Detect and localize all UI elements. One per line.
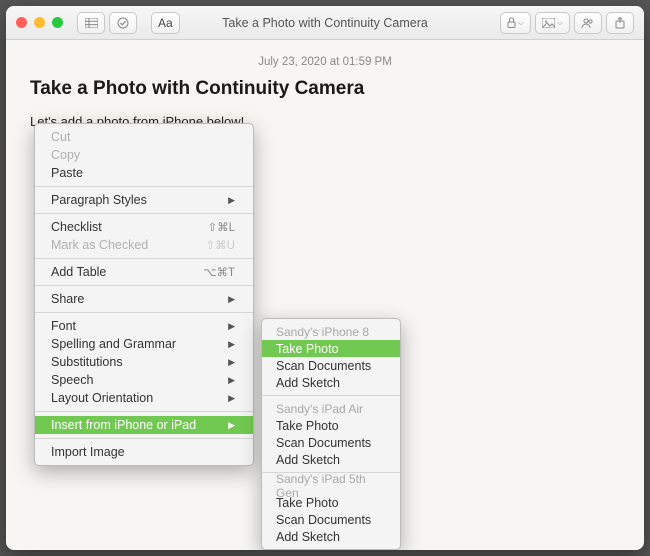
menu-add-table[interactable]: Add Table⌥⌘T [35,263,253,281]
menu-spelling[interactable]: Spelling and Grammar▶ [35,335,253,353]
chevron-right-icon: ▶ [228,339,235,350]
chevron-right-icon: ▶ [228,357,235,368]
traffic-lights [16,17,63,28]
submenu-take-photo[interactable]: Take Photo [262,417,400,434]
format-button[interactable]: Aa [151,12,180,34]
submenu-scan-documents[interactable]: Scan Documents [262,511,400,528]
chevron-right-icon: ▶ [228,195,235,206]
menu-share[interactable]: Share▶ [35,290,253,308]
note-heading: Take a Photo with Continuity Camera [30,78,620,100]
minimize-icon[interactable] [34,17,45,28]
submenu-scan-documents[interactable]: Scan Documents [262,357,400,374]
menu-paragraph-styles[interactable]: Paragraph Styles▶ [35,191,253,209]
chevron-right-icon: ▶ [228,294,235,305]
submenu-take-photo[interactable]: Take Photo [262,340,400,357]
menu-font[interactable]: Font▶ [35,317,253,335]
menu-copy: Copy [35,146,253,164]
menu-cut: Cut [35,128,253,146]
menu-checklist[interactable]: Checklist⇧⌘L [35,218,253,236]
zoom-icon[interactable] [52,17,63,28]
device-header: Sandy's iPad Air [262,400,400,417]
menu-insert-from-device[interactable]: Insert from iPhone or iPad▶ [35,416,253,434]
submenu-add-sketch[interactable]: Add Sketch [262,374,400,391]
list-view-button[interactable] [77,12,105,34]
titlebar: Aa Take a Photo with Continuity Camera ⌵… [6,6,644,40]
chevron-right-icon: ▶ [228,393,235,404]
lock-button[interactable]: ⌵ [500,12,531,34]
chevron-right-icon: ▶ [228,375,235,386]
submenu-add-sketch[interactable]: Add Sketch [262,528,400,545]
menu-import-image[interactable]: Import Image [35,443,253,461]
chevron-right-icon: ▶ [228,420,235,431]
menu-speech[interactable]: Speech▶ [35,371,253,389]
menu-mark-checked: Mark as Checked⇧⌘U [35,236,253,254]
share-button[interactable] [606,12,634,34]
note-date: July 23, 2020 at 01:59 PM [30,56,620,68]
submenu-scan-documents[interactable]: Scan Documents [262,434,400,451]
notes-window: Aa Take a Photo with Continuity Camera ⌵… [6,6,644,550]
device-header: Sandy's iPad 5th Gen [262,477,400,494]
checklist-button[interactable] [109,12,137,34]
menu-substitutions[interactable]: Substitutions▶ [35,353,253,371]
chevron-right-icon: ▶ [228,321,235,332]
close-icon[interactable] [16,17,27,28]
media-button[interactable]: ⌵ [535,12,570,34]
submenu-add-sketch[interactable]: Add Sketch [262,451,400,468]
device-header: Sandy's iPhone 8 [262,323,400,340]
menu-layout-orientation[interactable]: Layout Orientation▶ [35,389,253,407]
insert-submenu: Sandy's iPhone 8 Take Photo Scan Documen… [261,318,401,550]
menu-paste[interactable]: Paste [35,164,253,182]
collaborate-button[interactable] [574,12,602,34]
context-menu: Cut Copy Paste Paragraph Styles▶ Checkli… [34,123,254,466]
